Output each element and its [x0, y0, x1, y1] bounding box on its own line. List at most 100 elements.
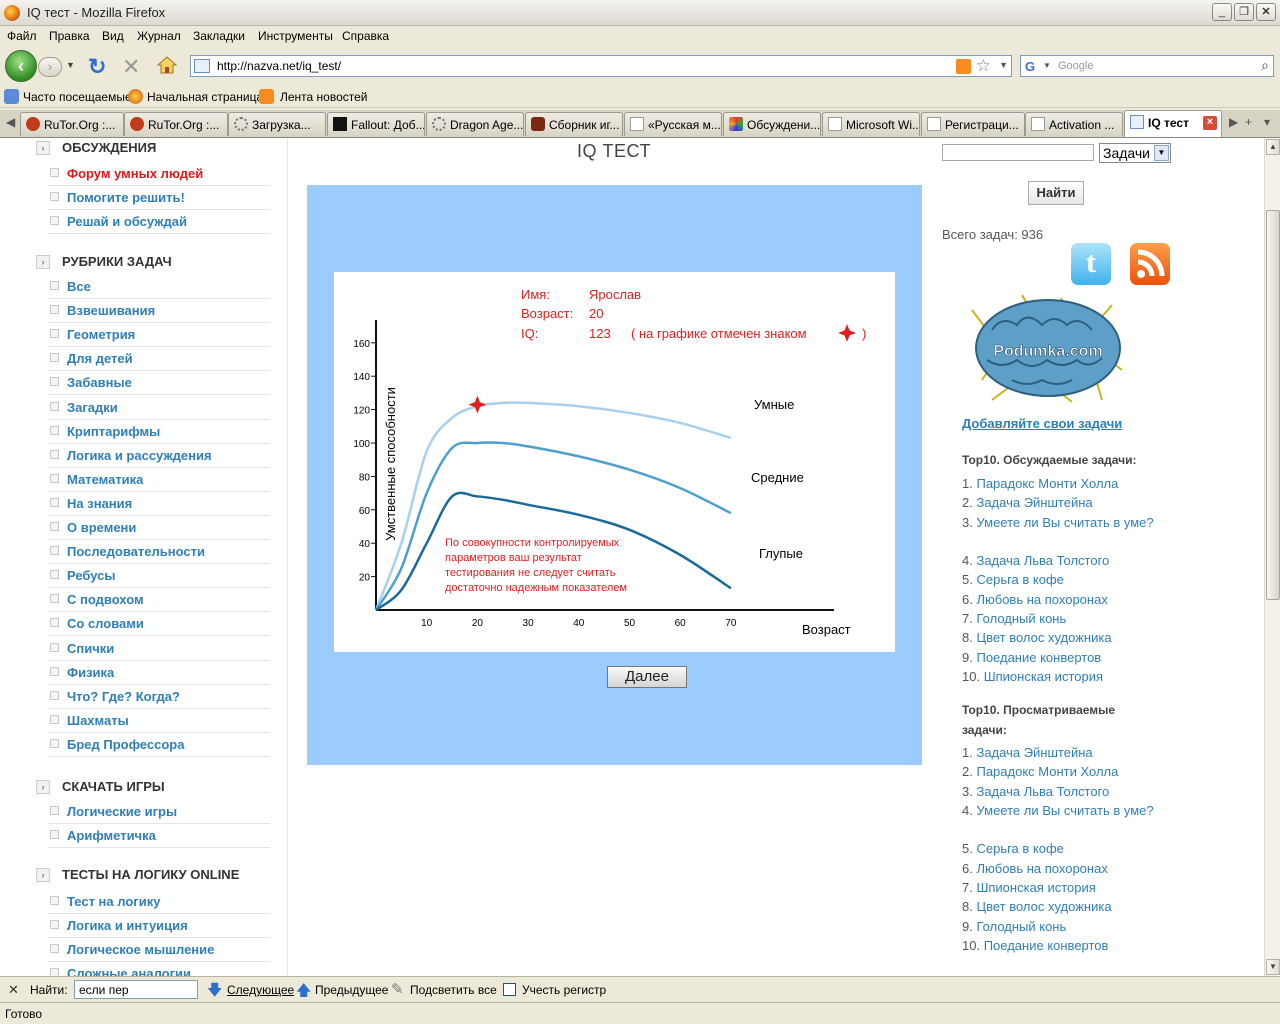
match-case-label[interactable]: Учесть регистр [522, 983, 606, 997]
menu-bookmarks[interactable]: Закладки [193, 29, 245, 43]
sidebar-item-category[interactable]: Забавные [48, 371, 270, 396]
sidebar-item-category[interactable]: Со словами [48, 612, 270, 637]
sidebar-item-category[interactable]: Ребусы [48, 564, 270, 589]
sidebar-item-analogies[interactable]: Сложные аналогии [48, 962, 270, 976]
search-bar[interactable]: G ▼ Google ⌕ [1020, 55, 1274, 77]
sidebar-item-forum[interactable]: Форум умных людей [48, 162, 270, 186]
close-window-button[interactable]: ✕ [1256, 3, 1276, 21]
sidebar-item-logical-thinking[interactable]: Логическое мышление [48, 938, 270, 962]
sidebar-item-logic-intuition[interactable]: Логика и интуиция [48, 914, 270, 938]
next-button[interactable]: Далее [607, 666, 687, 688]
sidebar-item-category[interactable]: С подвохом [48, 588, 270, 613]
site-identity-icon[interactable] [194, 59, 210, 73]
find-next-button[interactable]: Следующее [227, 983, 294, 997]
top-list-item[interactable]: 7. Шпионская история [962, 878, 1162, 897]
chevron-down-icon[interactable]: ▼ [1154, 145, 1169, 161]
top-list-item[interactable]: 4. Задача Льва Толстого [962, 551, 1162, 570]
sidebar-item-category[interactable]: На знания [48, 492, 270, 516]
sidebar-item-category[interactable]: Математика [48, 468, 270, 492]
engine-dropdown-icon[interactable]: ▼ [1043, 61, 1051, 70]
rss-feed-icon[interactable] [956, 59, 971, 74]
search-type-select[interactable]: Задачи ▼ [1099, 143, 1171, 163]
forward-button[interactable]: › [38, 57, 62, 77]
sidebar-item-category[interactable]: Взвешивания [48, 299, 270, 324]
top-list-item[interactable]: 4. Умеете ли Вы считать в уме? [962, 801, 1162, 820]
rss-icon[interactable] [1130, 243, 1170, 285]
page-scrollbar[interactable]: ▲ ▼ [1264, 138, 1280, 976]
top-list-item[interactable]: 9. Поедание конвертов [962, 648, 1162, 667]
tab-microsoft[interactable]: Microsoft Wi... [822, 112, 920, 136]
bookmark-star-icon[interactable]: ☆ [976, 56, 991, 76]
back-button[interactable]: ‹ [5, 50, 37, 82]
address-bar[interactable]: http://nazva.net/iq_test/ ☆ ▼ [190, 55, 1012, 77]
sidebar-item-category[interactable]: Физика [48, 661, 270, 685]
reload-icon[interactable]: ↻ [88, 54, 106, 80]
bookmark-news-feed[interactable]: Лента новостей [280, 90, 368, 104]
tab-registration[interactable]: Регистраци... [921, 112, 1025, 136]
tab-rutor-2[interactable]: RuTor.Org :... [124, 112, 228, 136]
tab-iq-test[interactable]: IQ тест × [1124, 110, 1222, 137]
bookmark-most-visited[interactable]: Часто посещаемые [23, 90, 132, 104]
scroll-down-icon[interactable]: ▼ [1266, 959, 1280, 975]
tab-rutor-1[interactable]: RuTor.Org :... [20, 112, 124, 136]
sidebar-item-solve[interactable]: Решай и обсуждай [48, 210, 270, 234]
find-input[interactable]: если пер [74, 980, 198, 999]
top-list-item[interactable]: 2. Задача Эйнштейна [962, 493, 1162, 512]
top-list-item[interactable]: 1. Парадокс Монти Холла [962, 474, 1162, 493]
sidebar-item-category[interactable]: Криптарифмы [48, 420, 270, 444]
top-list-item[interactable]: 9. Голодный конь [962, 917, 1162, 936]
search-placeholder[interactable]: Google [1058, 60, 1093, 72]
sidebar-item-logic-games[interactable]: Логические игры [48, 800, 270, 824]
sidebar-item-category[interactable]: Последовательности [48, 540, 270, 565]
find-previous-button[interactable]: Предыдущее [315, 983, 388, 997]
tab-russian[interactable]: «Русская м... [624, 112, 722, 136]
stop-icon[interactable]: ✕ [122, 54, 140, 80]
minimize-button[interactable]: _ [1212, 3, 1232, 21]
add-tasks-link[interactable]: Добавляйте свои задачи [962, 416, 1122, 431]
scroll-up-icon[interactable]: ▲ [1266, 139, 1280, 155]
top-list-item[interactable]: 3. Задача Льва Толстого [962, 782, 1162, 801]
close-findbar-icon[interactable]: ✕ [8, 982, 19, 998]
sidebar-item-arithmetic[interactable]: Арифметичка [48, 824, 270, 848]
top-list-item[interactable]: 3. Умеете ли Вы считать в уме? [962, 513, 1162, 532]
twitter-icon[interactable]: t [1071, 243, 1111, 285]
tab-activation[interactable]: Activation ... [1025, 112, 1123, 136]
sidebar-item-category[interactable]: Бред Профессора [48, 733, 270, 757]
sidebar-item-category[interactable]: О времени [48, 516, 270, 540]
tab-scroll-right-icon[interactable]: ▶ [1229, 115, 1238, 129]
top-list-item[interactable]: 7. Голодный конь [962, 609, 1162, 628]
sidebar-item-category[interactable]: Все [48, 275, 270, 299]
home-icon[interactable] [156, 54, 178, 76]
top-list-item[interactable]: 10. Шпионская история [962, 667, 1162, 686]
tab-fallout[interactable]: Fallout: Доб... [327, 112, 425, 136]
sidebar-item-category[interactable]: Логика и рассуждения [48, 444, 270, 468]
match-case-checkbox[interactable] [503, 983, 516, 996]
highlighter-icon[interactable]: ✎ [391, 980, 404, 998]
scrollbar-thumb[interactable] [1266, 210, 1280, 600]
all-tabs-icon[interactable]: ▾ [1264, 115, 1270, 129]
sidebar-item-category[interactable]: Для детей [48, 347, 270, 372]
maximize-button[interactable]: ❐ [1234, 3, 1254, 21]
tab-games-collection[interactable]: Сборник иг... [525, 112, 623, 136]
podumka-logo[interactable]: Podumka.com [962, 290, 1134, 410]
sidebar-item-category[interactable]: Спички [48, 637, 270, 661]
search-icon[interactable]: ⌕ [1261, 57, 1269, 74]
tab-loading[interactable]: Загрузка... [228, 112, 326, 136]
top-list-item[interactable]: 6. Любовь на похоронах [962, 590, 1162, 609]
top-list-item[interactable]: 8. Цвет волос художника [962, 628, 1162, 647]
sidebar-item-help[interactable]: Помогите решить! [48, 186, 270, 210]
top-list-item[interactable]: 10. Поедание конвертов [962, 936, 1162, 955]
tab-scroll-left-icon[interactable]: ◀ [6, 115, 15, 129]
tab-discussion[interactable]: Обсуждени... [723, 112, 821, 136]
highlight-all-button[interactable]: Подсветить все [410, 983, 497, 997]
top-list-item[interactable]: 5. Серьга в кофе [962, 839, 1162, 858]
sidebar-item-category[interactable]: Что? Где? Когда? [48, 685, 270, 709]
top-list-item[interactable]: 8. Цвет волос художника [962, 897, 1162, 916]
top-list-item[interactable]: 2. Парадокс Монти Холла [962, 762, 1162, 781]
menu-edit[interactable]: Правка [49, 29, 90, 43]
url-text[interactable]: http://nazva.net/iq_test/ [217, 59, 341, 73]
tab-dragon-age[interactable]: Dragon Age... [426, 112, 524, 136]
sidebar-item-category[interactable]: Геометрия [48, 323, 270, 348]
menu-help[interactable]: Справка [342, 29, 389, 43]
new-tab-icon[interactable]: + [1245, 115, 1252, 129]
